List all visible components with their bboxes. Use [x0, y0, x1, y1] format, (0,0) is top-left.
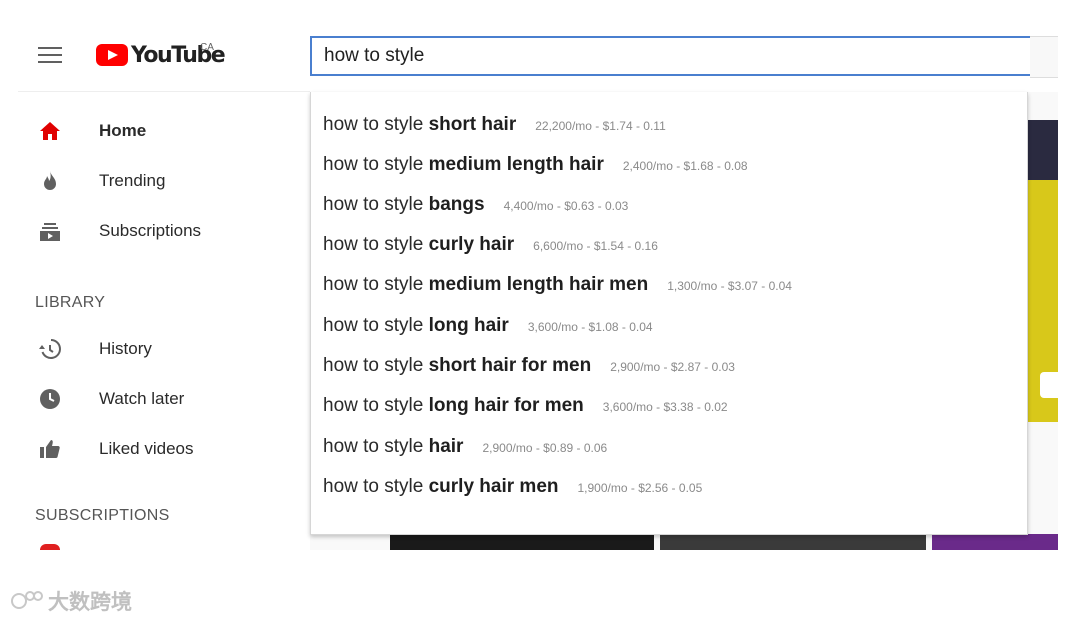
- suggestion-item[interactable]: how to style medium length hair 2,400/mo …: [323, 154, 748, 186]
- suggestion-item[interactable]: how to style short hair for men 2,900/mo …: [323, 355, 735, 387]
- keyword-stats: 3,600/mo - $3.38 - 0.02: [602, 400, 728, 414]
- subscriptions-heading: SUBSCRIPTIONS: [35, 507, 170, 524]
- sidebar-item-label: Trending: [99, 171, 166, 190]
- keyword-stats: 22,200/mo - $1.74 - 0.11: [535, 119, 666, 133]
- keyword-stats: 2,900/mo - $2.87 - 0.03: [610, 360, 735, 374]
- keyword-stats: 2,400/mo - $1.68 - 0.08: [622, 159, 748, 173]
- sidebar-item-label: Liked videos: [99, 439, 194, 458]
- sidebar-item-home[interactable]: Home: [18, 109, 310, 153]
- suggestion-item[interactable]: how to style long hair for men 3,600/mo -…: [323, 395, 728, 427]
- keyword-stats: 2,900/mo - $0.89 - 0.06: [482, 441, 608, 455]
- menu-icon[interactable]: [38, 47, 62, 63]
- suggestion-item[interactable]: how to style medium length hair men 1,300…: [323, 274, 792, 306]
- search-button[interactable]: [1030, 36, 1058, 78]
- suggestion-item[interactable]: how to style hair 2,900/mo - $0.89 - 0.06: [323, 436, 607, 468]
- sidebar-item-watch-later[interactable]: Watch later: [18, 377, 310, 421]
- thumbs-up-icon: [40, 440, 60, 458]
- home-icon: [40, 122, 60, 140]
- suggestion-item[interactable]: how to style curly hair 6,600/mo - $1.54 …: [323, 234, 658, 266]
- keyword-stats: 6,600/mo - $1.54 - 0.16: [533, 239, 658, 253]
- subscriptions-icon: [40, 223, 60, 241]
- sidebar: Home Trending Subscriptions LIBRARY Hist…: [18, 92, 310, 550]
- suggestion-item[interactable]: how to style short hair 22,200/mo - $1.74…: [323, 114, 666, 146]
- play-logo-icon: [96, 44, 128, 66]
- watermark-text: 大数跨境: [48, 591, 132, 614]
- keyword-stats: 1,900/mo - $2.56 - 0.05: [577, 481, 703, 495]
- video-thumbnail[interactable]: [932, 534, 1058, 550]
- top-bar: YouTube CA how to style: [0, 0, 1080, 92]
- watermark-logo-icon: [11, 591, 43, 609]
- history-icon: [39, 339, 61, 359]
- keyword-stats: 1,300/mo - $3.07 - 0.04: [667, 279, 792, 293]
- sidebar-item-liked-videos[interactable]: Liked videos: [18, 427, 310, 471]
- watermark: 大数跨境: [10, 586, 132, 616]
- sidebar-item-label: Subscriptions: [99, 221, 202, 240]
- video-thumbnail[interactable]: [390, 534, 654, 550]
- channel-avatar[interactable]: [40, 544, 60, 550]
- keyword-stats: 4,400/mo - $0.63 - 0.03: [503, 199, 629, 213]
- sidebar-item-label: History: [99, 339, 152, 358]
- fire-icon: [44, 171, 56, 190]
- library-heading: LIBRARY: [35, 294, 106, 311]
- suggestion-item[interactable]: how to style long hair 3,600/mo - $1.08 -…: [323, 315, 653, 347]
- clock-icon: [40, 389, 60, 409]
- search-input[interactable]: how to style: [310, 36, 1042, 76]
- video-thumbnail[interactable]: [660, 534, 926, 550]
- video-thumbnail[interactable]: [1026, 120, 1058, 422]
- country-code: CA: [200, 42, 214, 53]
- search-suggestions: how to style short hair 22,200/mo - $1.74…: [310, 92, 1028, 535]
- sidebar-item-subscriptions[interactable]: Subscriptions: [18, 209, 310, 253]
- sidebar-item-history[interactable]: History: [18, 327, 310, 371]
- keyword-stats: 3,600/mo - $1.08 - 0.04: [527, 320, 653, 334]
- suggestion-item[interactable]: how to style curly hair men 1,900/mo - $2…: [323, 476, 702, 508]
- sidebar-item-trending[interactable]: Trending: [18, 159, 310, 203]
- sidebar-item-label: Watch later: [99, 389, 185, 408]
- suggestion-item[interactable]: how to style bangs 4,400/mo - $0.63 - 0.0…: [323, 194, 628, 226]
- sidebar-item-label: Home: [99, 121, 147, 140]
